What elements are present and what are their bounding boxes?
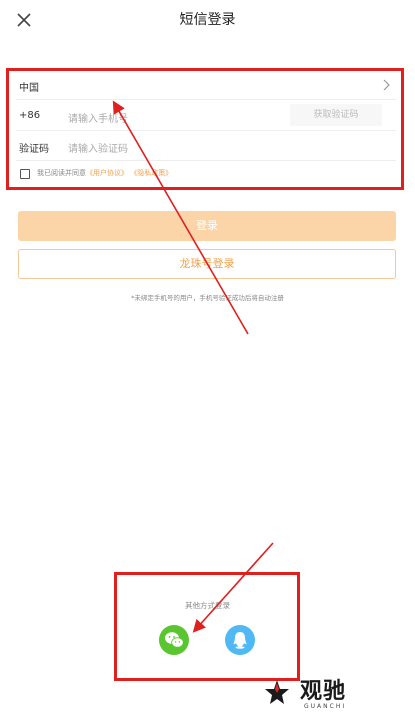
login-button[interactable]: 登录 (18, 211, 396, 241)
annotation-box-form (6, 68, 404, 190)
watermark-logo-icon (265, 680, 289, 704)
longzhu-login-button[interactable]: 龙珠号登录 (18, 249, 396, 279)
watermark-text: 观驰 (300, 679, 347, 704)
register-note: *未绑定手机号的用户，手机号验证成功后将自动注册 (131, 294, 284, 302)
page-title: 短信登录 (179, 12, 236, 28)
watermark-subtext: GUANCHI (304, 703, 347, 710)
annotation-box-other-login (114, 572, 300, 681)
